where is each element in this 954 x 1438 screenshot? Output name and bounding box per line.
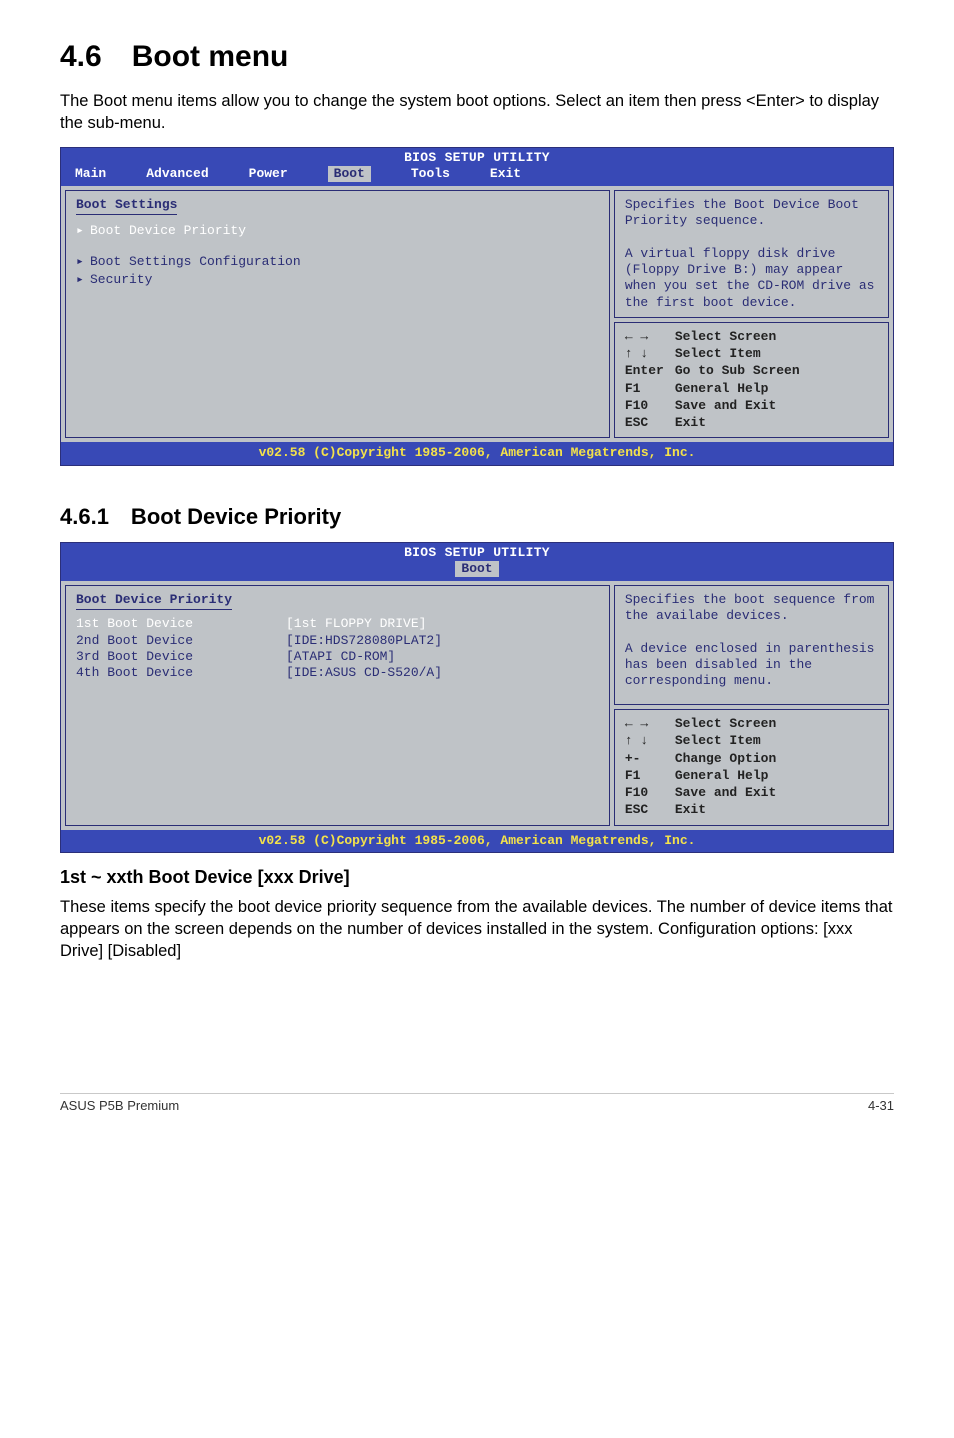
menu-boot[interactable]: Boot <box>328 166 371 182</box>
bios-title: BIOS SETUP UTILITY <box>61 543 893 561</box>
menu-exit[interactable]: Exit <box>490 166 521 182</box>
bios-menubar: Boot <box>61 561 893 581</box>
bios-help-text: Specifies the boot sequence from the ava… <box>614 585 889 705</box>
menu-advanced[interactable]: Advanced <box>146 166 208 182</box>
bios-menubar: Main Advanced Power Boot Tools Exit <box>61 166 893 186</box>
item-boot-settings-configuration[interactable]: ▸ Boot Settings Configuration <box>76 254 599 270</box>
nav-key: F1 <box>625 768 675 784</box>
item-label: Boot Device Priority <box>90 223 246 239</box>
row-val: [ATAPI CD-ROM] <box>286 649 395 665</box>
menu-main[interactable]: Main <box>75 166 106 182</box>
row-1st-boot-device[interactable]: 1st Boot Device [1st FLOPPY DRIVE] <box>76 616 599 632</box>
nav-label: General Help <box>675 768 878 784</box>
bios-copyright: v02.58 (C)Copyright 1985-2006, American … <box>61 830 893 852</box>
chevron-right-icon: ▸ <box>76 223 90 239</box>
nav-label: Exit <box>675 802 878 818</box>
chevron-right-icon: ▸ <box>76 272 90 288</box>
bios-copyright: v02.58 (C)Copyright 1985-2006, American … <box>61 442 893 464</box>
subsection-title: 4.6.1 Boot Device Priority <box>60 504 894 530</box>
arrows-ud-icon: ↑ ↓ <box>625 346 675 362</box>
item-boot-device-priority[interactable]: ▸ Boot Device Priority <box>76 223 599 239</box>
bios-help-text: Specifies the Boot Device Boot Priority … <box>614 190 889 318</box>
item-label: Boot Settings Configuration <box>90 254 301 270</box>
nav-key: F1 <box>625 381 675 397</box>
page-footer: ASUS P5B Premium 4-31 <box>60 1093 894 1113</box>
nav-label: General Help <box>675 381 878 397</box>
row-val: [IDE:HDS728080PLAT2] <box>286 633 442 649</box>
bios-left-pane: Boot Device Priority 1st Boot Device [1s… <box>65 585 610 826</box>
left-heading: Boot Device Priority <box>76 592 232 610</box>
nav-label: Save and Exit <box>675 785 878 801</box>
item-security[interactable]: ▸ Security <box>76 272 599 288</box>
nav-label: Select Screen <box>675 329 878 345</box>
row-key: 2nd Boot Device <box>76 633 286 649</box>
footer-right: 4-31 <box>868 1098 894 1113</box>
nav-label: Exit <box>675 415 878 431</box>
row-key: 4th Boot Device <box>76 665 286 681</box>
nav-label: Save and Exit <box>675 398 878 414</box>
arrows-lr-icon: ← → <box>625 716 675 732</box>
nav-key: ESC <box>625 802 675 818</box>
option-heading: 1st ~ xxth Boot Device [xxx Drive] <box>60 867 894 888</box>
bios-title: BIOS SETUP UTILITY <box>61 148 893 166</box>
row-val: [IDE:ASUS CD-S520/A] <box>286 665 442 681</box>
menu-power[interactable]: Power <box>249 166 288 182</box>
option-text: These items specify the boot device prio… <box>60 896 894 963</box>
row-2nd-boot-device[interactable]: 2nd Boot Device [IDE:HDS728080PLAT2] <box>76 633 599 649</box>
section-title: 4.6 Boot menu <box>60 40 894 74</box>
nav-key: F10 <box>625 785 675 801</box>
chevron-right-icon: ▸ <box>76 254 90 270</box>
bios-nav-help: ← →Select Screen ↑ ↓Select Item EnterGo … <box>614 322 889 439</box>
nav-label: Go to Sub Screen <box>675 363 878 379</box>
nav-label: Change Option <box>675 751 878 767</box>
menu-boot[interactable]: Boot <box>455 561 498 577</box>
nav-label: Select Item <box>675 733 878 749</box>
left-heading: Boot Settings <box>76 197 177 215</box>
row-4th-boot-device[interactable]: 4th Boot Device [IDE:ASUS CD-S520/A] <box>76 665 599 681</box>
footer-left: ASUS P5B Premium <box>60 1098 179 1113</box>
nav-key: +- <box>625 751 675 767</box>
row-key: 3rd Boot Device <box>76 649 286 665</box>
item-label: Security <box>90 272 152 288</box>
bios-left-pane: Boot Settings ▸ Boot Device Priority ▸ B… <box>65 190 610 438</box>
nav-label: Select Item <box>675 346 878 362</box>
row-3rd-boot-device[interactable]: 3rd Boot Device [ATAPI CD-ROM] <box>76 649 599 665</box>
bios-nav-help: ← →Select Screen ↑ ↓Select Item +-Change… <box>614 709 889 826</box>
section-intro: The Boot menu items allow you to change … <box>60 90 894 135</box>
arrows-lr-icon: ← → <box>625 329 675 345</box>
nav-key: F10 <box>625 398 675 414</box>
nav-key: Enter <box>625 363 675 379</box>
arrows-ud-icon: ↑ ↓ <box>625 733 675 749</box>
row-val: [1st FLOPPY DRIVE] <box>286 616 426 632</box>
menu-tools[interactable]: Tools <box>411 166 450 182</box>
bios-screenshot-boot-root: BIOS SETUP UTILITY Main Advanced Power B… <box>60 147 894 466</box>
nav-label: Select Screen <box>675 716 878 732</box>
bios-screenshot-boot-priority: BIOS SETUP UTILITY Boot Boot Device Prio… <box>60 542 894 853</box>
nav-key: ESC <box>625 415 675 431</box>
row-key: 1st Boot Device <box>76 616 286 632</box>
